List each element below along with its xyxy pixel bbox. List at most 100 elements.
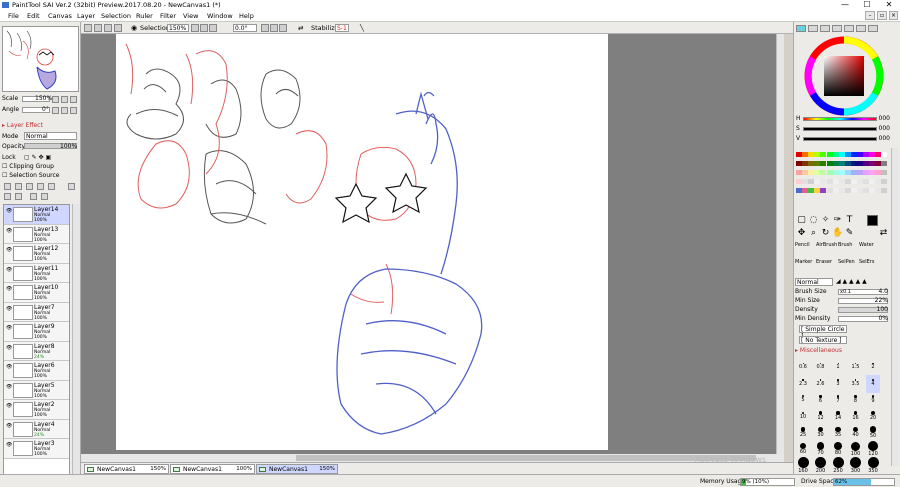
rotate-left-icon[interactable] <box>261 24 269 32</box>
eye-icon[interactable]: 👁 <box>6 364 12 370</box>
color-swatch[interactable] <box>802 179 809 184</box>
menu-layer[interactable]: Layer <box>77 10 95 22</box>
hsv-tab-icon[interactable] <box>820 25 830 32</box>
magic-wand-tool-icon[interactable]: ✧ <box>820 215 831 226</box>
brush-size-preset[interactable]: 12 <box>814 408 828 426</box>
zoom-out-button[interactable] <box>52 96 59 103</box>
brush-size-preset[interactable]: 250 <box>831 457 845 474</box>
brush-size-preset[interactable]: 3.5 <box>849 375 863 393</box>
tool-selpen[interactable]: SelPen <box>838 258 855 266</box>
color-swatch[interactable] <box>796 179 802 184</box>
color-swatch[interactable] <box>869 152 876 157</box>
color-swatch-grid[interactable] <box>796 152 888 196</box>
menu-view[interactable]: View <box>183 10 198 22</box>
color-swatch[interactable] <box>881 179 888 184</box>
new-linework-icon[interactable] <box>15 183 22 190</box>
color-swatch[interactable] <box>869 161 876 166</box>
color-swatch[interactable] <box>808 161 815 166</box>
canvas-tab-active[interactable]: NewCanvas1 150% <box>256 464 338 474</box>
brush-size-preset[interactable]: 120 <box>866 441 880 459</box>
lasso-tool-icon[interactable]: ◌ <box>808 215 819 226</box>
tool-pencil[interactable]: Pencil <box>795 241 810 249</box>
blend-mode-select[interactable]: Normal <box>24 132 77 140</box>
zoom-reset-icon[interactable] <box>209 24 217 32</box>
zoom-in-icon[interactable] <box>200 24 208 32</box>
tool-water[interactable]: Water <box>859 241 874 249</box>
eye-icon[interactable]: 👁 <box>6 208 12 214</box>
color-mixer-tab-icon[interactable] <box>856 25 866 32</box>
color-swatch[interactable] <box>850 179 857 184</box>
rotate-left-button[interactable] <box>52 107 59 114</box>
miscellaneous-toggle[interactable]: ▸ Miscellaneous <box>795 347 842 355</box>
color-swatch[interactable] <box>802 170 809 175</box>
rotate-right-icon[interactable] <box>270 24 278 32</box>
flip-icon[interactable]: ⇄ <box>298 22 303 34</box>
menu-selection[interactable]: Selection <box>101 10 131 22</box>
rotate-tool-icon[interactable]: ↻ <box>820 228 831 239</box>
color-swatch[interactable] <box>844 179 851 184</box>
brush-size-preset[interactable]: 10 <box>796 408 810 426</box>
clipping-group-checkbox[interactable]: ☐ Clipping Group <box>2 162 54 171</box>
canvas-area[interactable] <box>81 34 784 461</box>
eye-icon[interactable]: 👁 <box>6 423 12 429</box>
brush-size-preset[interactable]: 2.6 <box>814 375 828 393</box>
brush-size-preset[interactable]: 50 <box>866 424 880 442</box>
brush-size-preset[interactable]: 100 <box>849 441 863 459</box>
layer-item[interactable]: 👁 Layer3 Normal 100% <box>4 439 69 459</box>
brush-size-preset[interactable]: 7 <box>831 391 845 409</box>
color-swatch[interactable] <box>838 161 845 166</box>
color-swatch[interactable] <box>881 188 888 193</box>
color-swatch[interactable] <box>796 161 802 166</box>
canvas-horizontal-scrollbar[interactable] <box>81 454 784 462</box>
layer-item[interactable]: 👁 Layer8 Normal 24% <box>4 341 69 361</box>
swatch-tab-icon[interactable] <box>832 25 842 32</box>
color-swatch[interactable] <box>850 188 857 193</box>
brush-size-preset[interactable]: 1.5 <box>849 358 863 376</box>
scratchpad-tab-icon[interactable] <box>844 25 854 32</box>
doc-restore-button[interactable]: ▫ <box>877 11 887 20</box>
zoom-field[interactable]: 150% <box>167 24 189 32</box>
doc-close-button[interactable]: × <box>889 11 898 20</box>
hue-slider[interactable] <box>803 117 877 121</box>
color-swatch[interactable] <box>850 161 857 166</box>
hand-tool-icon[interactable]: ✋ <box>832 228 843 239</box>
deselect-icon[interactable] <box>104 24 112 32</box>
brush-size-preset[interactable]: 0.6 <box>796 358 810 376</box>
stabilizer-select[interactable]: S-1 <box>335 24 349 32</box>
color-swatch[interactable] <box>844 188 851 193</box>
brush-shape-select[interactable]: [ Simple Circle ] <box>799 325 847 340</box>
color-swatch[interactable] <box>863 161 870 166</box>
tool-selers[interactable]: SelErs <box>859 258 874 266</box>
layer-item[interactable]: 👁 Layer14 Normal 100% <box>4 205 69 225</box>
color-swatch[interactable] <box>863 152 870 157</box>
brush-size-preset[interactable]: 9 <box>866 391 880 409</box>
selection-visible-checkbox[interactable]: ◉ <box>131 22 137 34</box>
brush-size-preset[interactable]: 3 <box>831 375 845 393</box>
brush-texture-select[interactable]: [ No Texture ] <box>799 336 847 344</box>
color-swatch[interactable] <box>814 170 821 175</box>
color-swatch[interactable] <box>826 179 833 184</box>
tool-marker[interactable]: Marker <box>795 258 812 266</box>
color-swatch[interactable] <box>820 188 827 193</box>
color-swatch[interactable] <box>832 188 839 193</box>
rotate-reset-icon[interactable] <box>279 24 287 32</box>
scrollbar-thumb[interactable] <box>296 455 756 461</box>
color-wheel[interactable] <box>804 36 884 116</box>
color-swatch[interactable] <box>875 152 882 157</box>
color-swatch[interactable] <box>826 152 833 157</box>
zoom-in-button[interactable] <box>61 96 68 103</box>
brush-size-preset[interactable]: 25 <box>796 424 810 442</box>
color-swatch[interactable] <box>826 188 833 193</box>
color-swatch[interactable] <box>869 188 876 193</box>
color-swatch[interactable] <box>857 179 863 184</box>
text-tool-icon[interactable]: T <box>844 215 855 226</box>
color-swatch[interactable] <box>863 170 870 175</box>
layer-item[interactable]: 👁 Layer13 Normal 100% <box>4 224 69 244</box>
color-swatch[interactable] <box>802 188 809 193</box>
delete-layer-icon[interactable] <box>41 193 48 200</box>
rotate-right-button[interactable] <box>61 107 68 114</box>
brush-size-preset[interactable]: 60 <box>796 441 810 459</box>
color-swatch[interactable] <box>875 179 882 184</box>
color-swatch[interactable] <box>814 161 821 166</box>
doc-minimize-button[interactable]: – <box>865 11 875 20</box>
